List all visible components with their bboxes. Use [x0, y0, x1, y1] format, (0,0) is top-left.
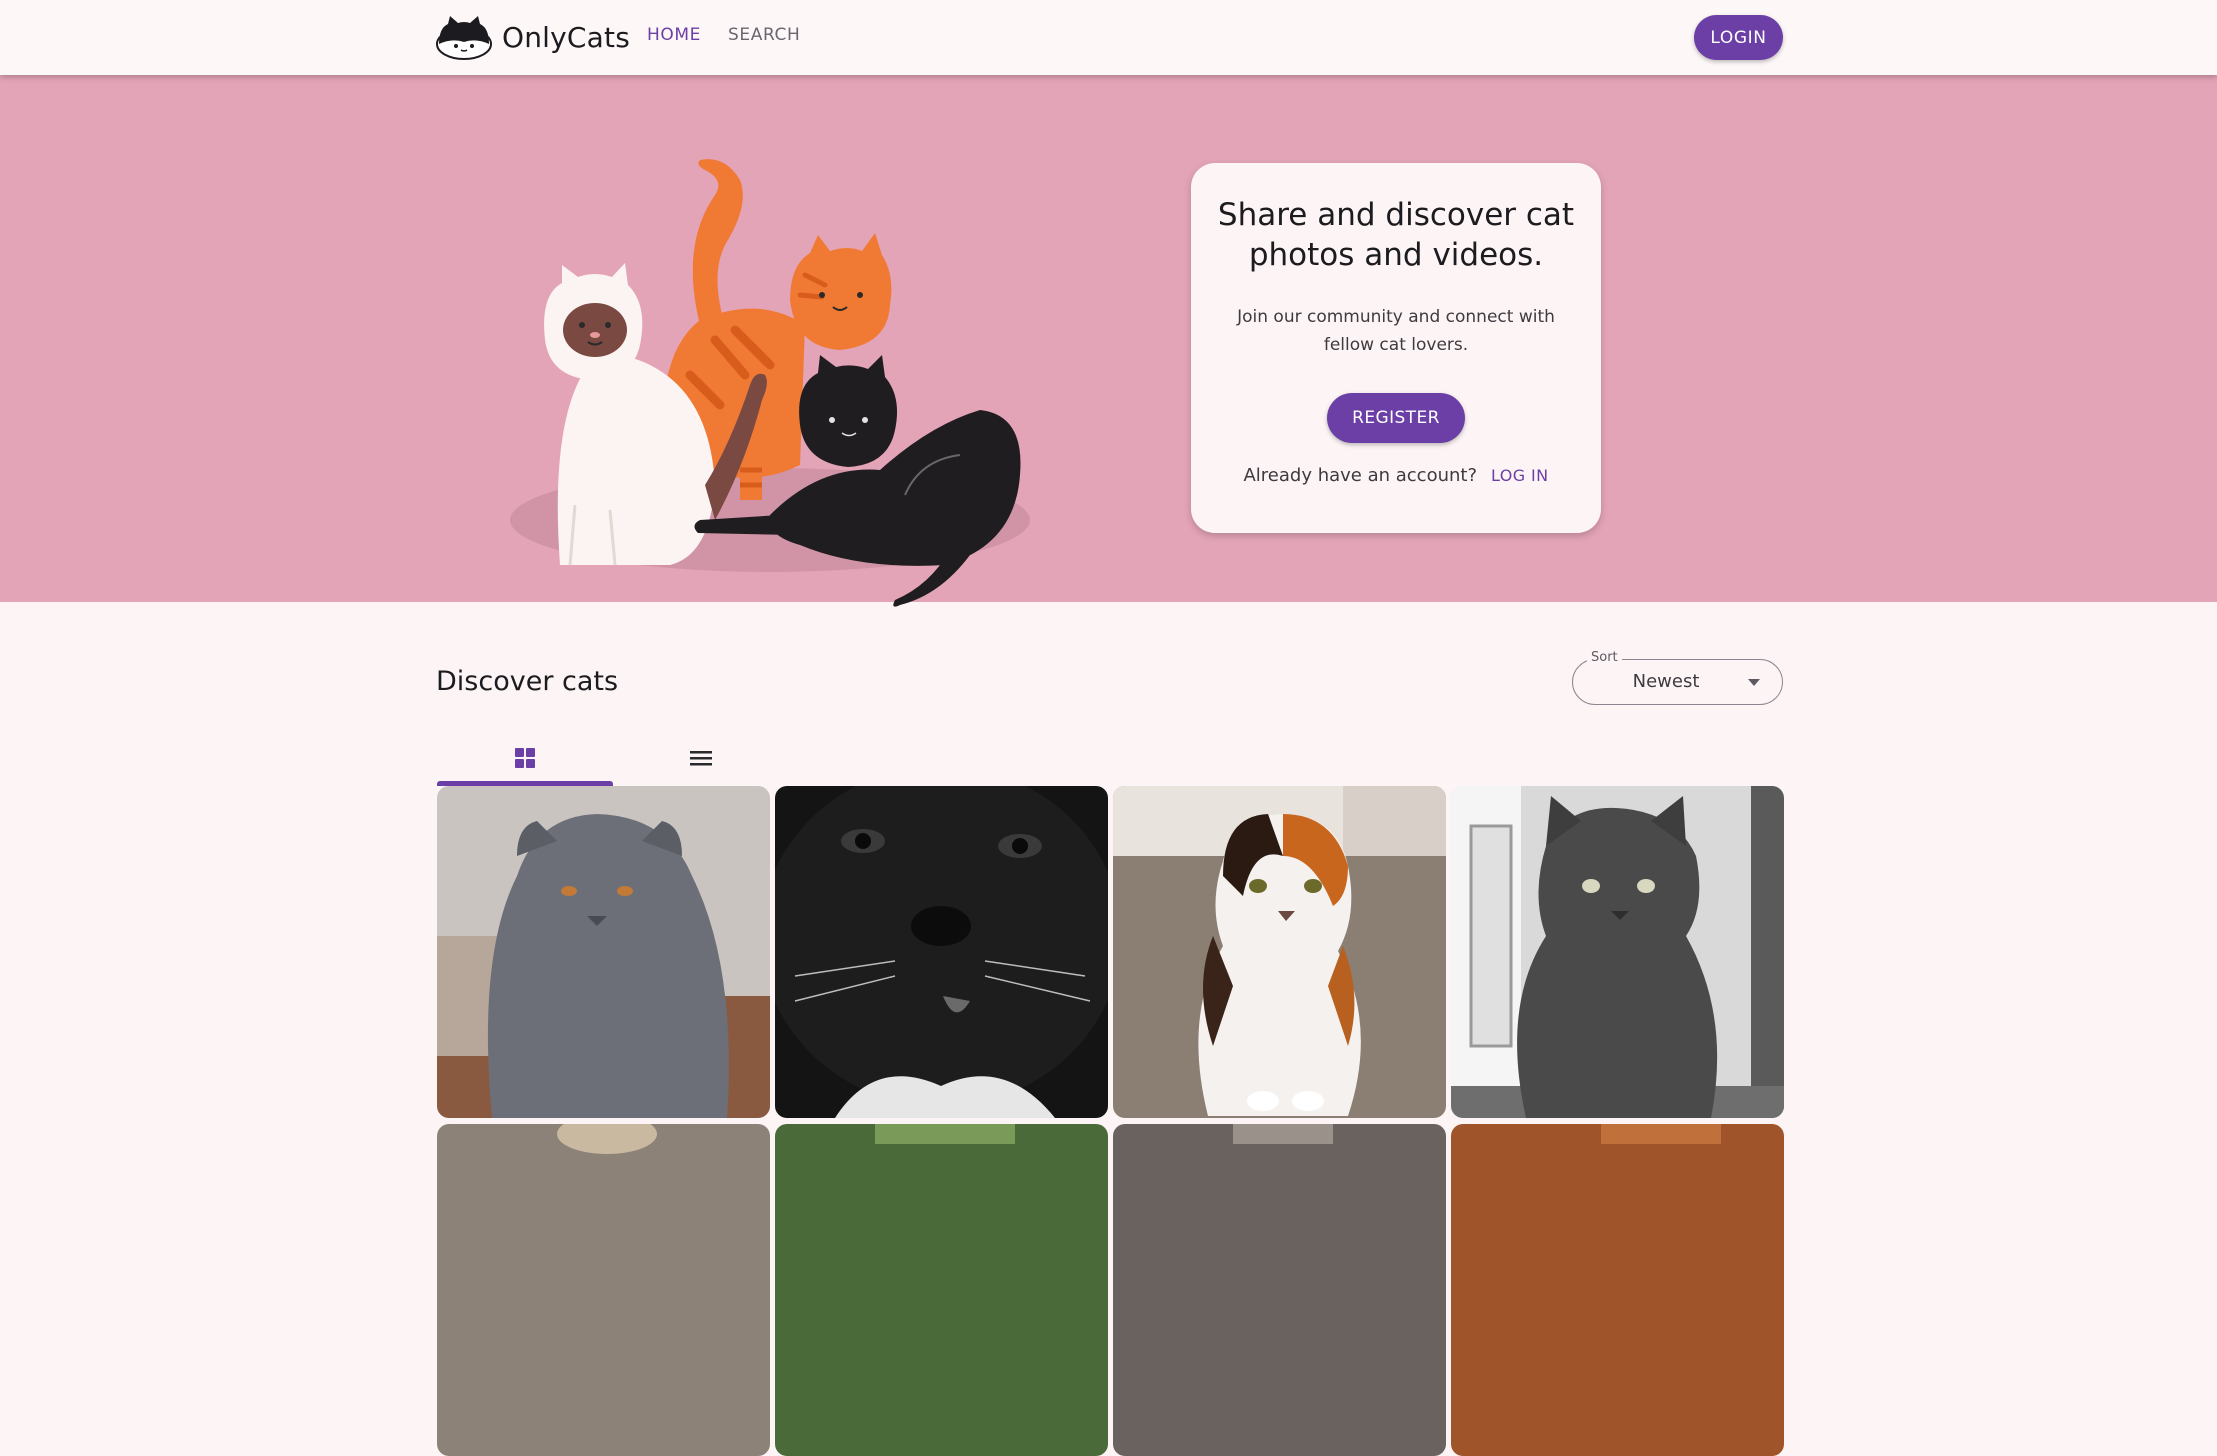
tab-list-view[interactable] [613, 730, 789, 786]
hero-login-link[interactable]: LOG IN [1491, 465, 1549, 487]
hero-title: Share and discover cat photos and videos… [1217, 197, 1575, 273]
list-view-icon [690, 751, 712, 766]
sort-label: Sort [1587, 650, 1622, 665]
cat-photo-row2-4[interactable] [1451, 1124, 1784, 1456]
cats-illustration [510, 159, 1030, 607]
brand-name: OnlyCats [502, 20, 631, 54]
tab-grid-view[interactable] [437, 730, 613, 786]
cat-photo-row2-1[interactable] [437, 1124, 770, 1456]
dropdown-arrow-icon [1748, 679, 1760, 686]
account-prompt-text: Already have an account? [1243, 465, 1478, 486]
cat-photo-grey-bw[interactable] [1451, 786, 1784, 1118]
hero-banner: Share and discover cat photos and videos… [0, 75, 2217, 607]
discover-title: Discover cats [436, 666, 619, 697]
sort-select[interactable]: Sort Newest [1572, 650, 1783, 705]
sort-value: Newest [1632, 671, 1700, 692]
register-button[interactable]: REGISTER [1327, 393, 1465, 443]
account-prompt-row: Already have an account? LOG IN [1191, 465, 1601, 487]
cat-photo-row2-3[interactable] [1113, 1124, 1446, 1456]
login-button[interactable]: LOGIN [1694, 15, 1783, 60]
nav-search-link[interactable]: SEARCH [728, 25, 800, 45]
cat-photo-grey-fold[interactable] [437, 786, 770, 1118]
brand-logo-link[interactable]: OnlyCats [436, 14, 630, 60]
grid-view-icon [515, 748, 535, 768]
cat-photo-row2-2[interactable] [775, 1124, 1108, 1456]
signup-card: Share and discover cat photos and videos… [1191, 163, 1601, 533]
app-bar: OnlyCats HOME SEARCH LOGIN [0, 0, 2217, 75]
nav-home-link[interactable]: HOME [647, 25, 701, 45]
cat-photo-calico[interactable] [1113, 786, 1446, 1118]
cat-photo-tuxedo-closeup[interactable] [775, 786, 1108, 1118]
hero-subtitle: Join our community and connect with fell… [1237, 307, 1555, 355]
cat-logo-icon [436, 16, 492, 60]
